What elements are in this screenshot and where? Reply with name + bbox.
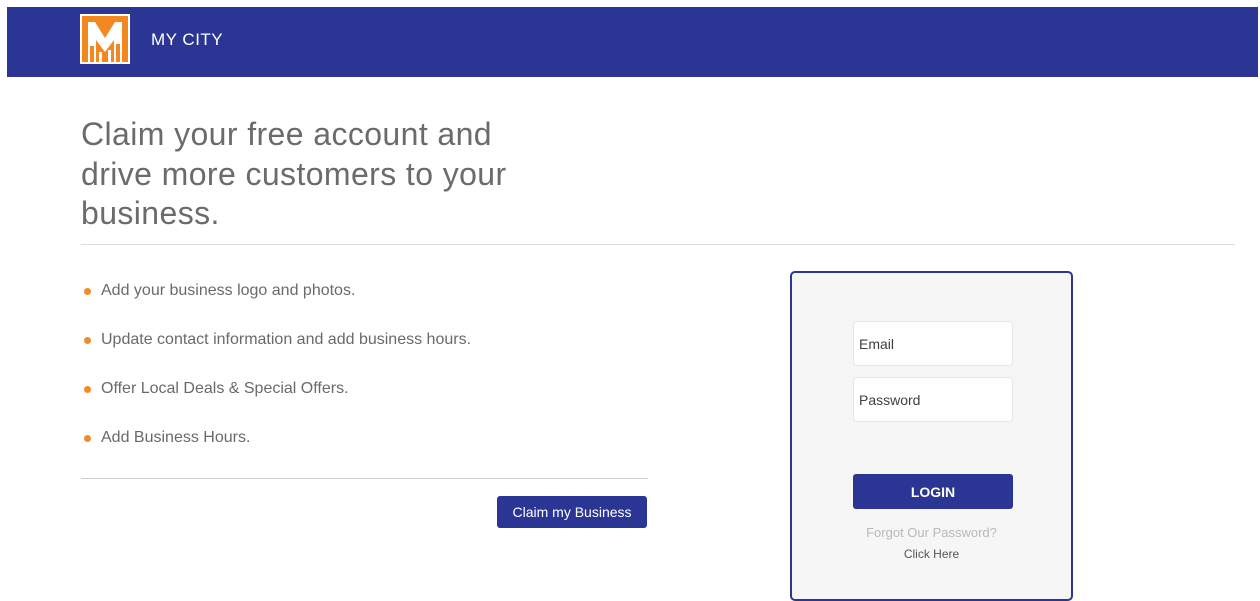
login-panel: LOGIN Forgot Our Password? Click Here <box>790 271 1073 601</box>
feature-text: Add Business Hours. <box>101 429 251 446</box>
email-input[interactable] <box>853 321 1013 366</box>
password-input[interactable] <box>853 377 1013 422</box>
feature-list-item: Update contact information and add busin… <box>84 329 471 378</box>
feature-list: Add your business logo and photos. Updat… <box>84 280 471 476</box>
feature-list-item: Add Business Hours. <box>84 427 471 476</box>
section-divider-top <box>81 244 1235 245</box>
login-button[interactable]: LOGIN <box>853 474 1013 509</box>
feature-list-item: Offer Local Deals & Special Offers. <box>84 378 471 427</box>
city-logo-icon[interactable] <box>80 14 130 64</box>
feature-list-item: Add your business logo and photos. <box>84 280 471 329</box>
forgot-password-link[interactable]: Click Here <box>792 546 1071 562</box>
feature-text: Update contact information and add busin… <box>101 331 472 348</box>
section-divider-bottom <box>81 478 648 479</box>
orange-bullet-icon <box>84 337 91 344</box>
orange-bullet-icon <box>84 435 91 442</box>
feature-text: Add your business logo and photos. <box>101 282 356 299</box>
top-header-bar: MY CITY <box>7 7 1258 77</box>
brand-name: MY CITY <box>151 30 224 49</box>
forgot-password-text: Forgot Our Password? <box>866 525 997 540</box>
page-headline: Claim your free account and drive more c… <box>81 116 507 231</box>
city-skyline-m-logo-icon <box>82 16 128 62</box>
orange-bullet-icon <box>84 288 91 295</box>
claim-business-button[interactable]: Claim my Business <box>497 496 647 528</box>
orange-bullet-icon <box>84 386 91 393</box>
feature-text: Offer Local Deals & Special Offers. <box>101 380 349 397</box>
